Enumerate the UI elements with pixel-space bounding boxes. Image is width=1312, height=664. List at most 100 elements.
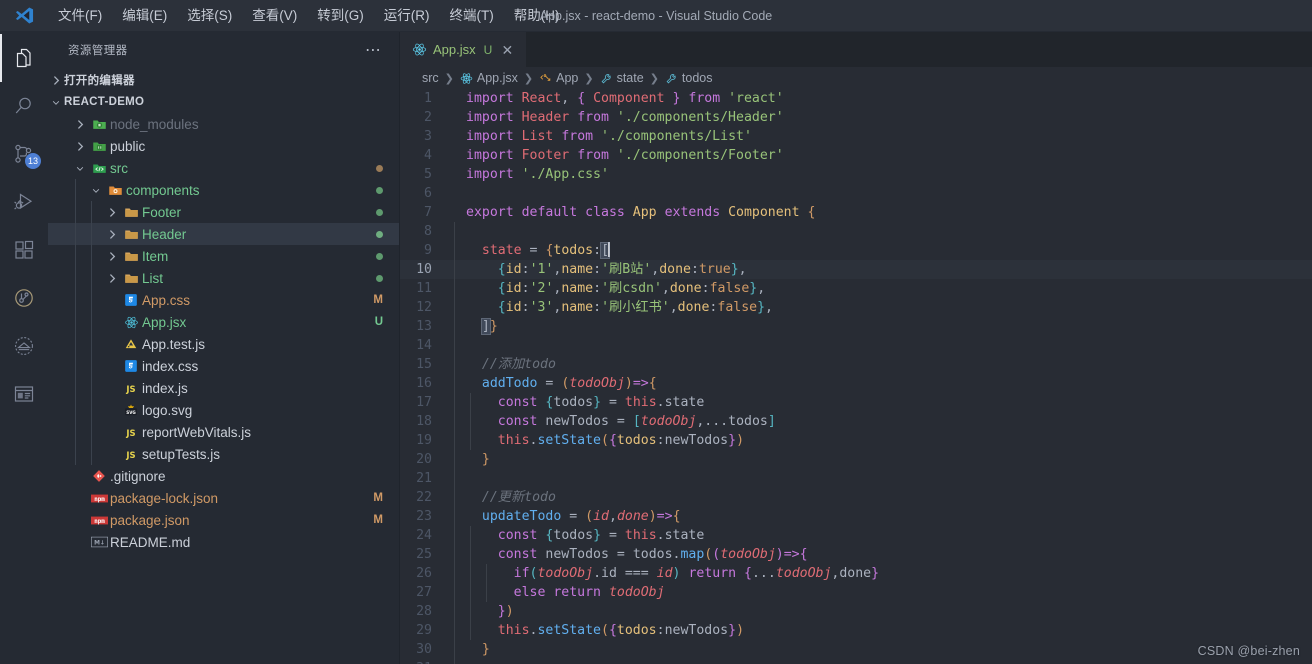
tree-folder-footer[interactable]: Footer [48,201,399,223]
tree-file-readme.md[interactable]: M↓ README.md [48,531,399,553]
breadcrumb-item-src[interactable]: src [420,71,441,85]
tree-folder-list[interactable]: List [48,267,399,289]
code-editor[interactable]: 1 import React, { Component } from 'react… [400,89,1312,664]
tree-file-.gitignore[interactable]: .gitignore [48,465,399,487]
tree-folder-header[interactable]: Header [48,223,399,245]
code-line[interactable]: 13 ]} [400,317,1312,336]
tree-folder-src[interactable]: src [48,157,399,179]
menu-edit[interactable]: 编辑(E) [112,0,177,32]
tree-file-package-lock.json[interactable]: npm package-lock.json M [48,487,399,509]
activitybar-run-debug[interactable] [0,178,48,226]
activitybar-explorer[interactable] [0,34,48,82]
code-line[interactable]: 27 else return todoObj [400,583,1312,602]
code-line[interactable]: 16 addTodo = (todoObj)=>{ [400,374,1312,393]
code-line[interactable]: 2 import Header from './components/Header… [400,108,1312,127]
code-text: {id:'3',name:'刷小红书',done:false}, [454,298,1312,317]
line-number: 10 [416,262,432,277]
breadcrumb-item-todos[interactable]: todos [663,71,715,85]
code-token: done [839,566,872,581]
code-line[interactable]: 17 const {todos} = this.state [400,393,1312,412]
tree-file-app.jsx[interactable]: App.jsx U [48,311,399,333]
files-icon [12,46,36,70]
code-line[interactable]: 6 [400,184,1312,203]
tree-folder-components[interactable]: components [48,179,399,201]
code-line[interactable]: 31 [400,659,1312,664]
code-line[interactable]: 5 import './App.css' [400,165,1312,184]
code-line[interactable]: 30 } [400,640,1312,659]
tree-file-setuptests.js[interactable]: JS setupTests.js [48,443,399,465]
section-project-root[interactable]: REACT-DEMO [48,91,399,113]
menu-terminal[interactable]: 终端(T) [440,0,504,32]
code-token: } [871,566,880,581]
tab-app-jsx[interactable]: App.jsx U ✕ [400,32,528,67]
code-line[interactable]: 12 {id:'3',name:'刷小红书',done:false}, [400,298,1312,317]
activitybar-browser-preview[interactable] [0,370,48,418]
tree-file-index.css[interactable]: index.css [48,355,399,377]
tree-folder-node_modules[interactable]: node_modules [48,113,399,135]
chevron-down-icon [48,97,64,108]
code-token: ] [480,318,491,335]
code-line[interactable]: 4 import Footer from './components/Footer… [400,146,1312,165]
tree-file-reportwebvitals.js[interactable]: JS reportWebVitals.js [48,421,399,443]
code-line[interactable]: 19 this.setState({todos:newTodos}) [400,431,1312,450]
code-text: import './App.css' [454,165,1312,184]
code-line[interactable]: 11 {id:'2',name:'刷csdn',done:false}, [400,279,1312,298]
breadcrumb-item-app-jsx[interactable]: App.jsx [458,71,520,85]
code-token: : [593,281,602,296]
activitybar-source-control[interactable]: 13 [0,130,48,178]
close-icon[interactable]: ✕ [498,43,516,57]
code-line[interactable]: 9 state = {todos:[ [400,241,1312,260]
code-line[interactable]: 10 {id:'1',name:'刷B站',done:true}, [400,260,1312,279]
code-token: from [577,110,609,125]
breadcrumb-item-state[interactable]: state [598,71,646,85]
code-line[interactable]: 26 if(todoObj.id === id) return {...todo… [400,564,1312,583]
code-line[interactable]: 20 } [400,450,1312,469]
code-token: : [521,262,530,277]
tree-file-package.json[interactable]: npm package.json M [48,509,399,531]
tree-file-app.test.js[interactable]: App.test.js [48,333,399,355]
code-line[interactable]: 25 const newTodos = todos.map((todoObj)=… [400,545,1312,564]
menu-file[interactable]: 文件(F) [48,0,112,32]
code-line[interactable]: 28 }) [400,602,1312,621]
activitybar-extensions[interactable] [0,226,48,274]
menu-view[interactable]: 查看(V) [242,0,307,32]
code-line[interactable]: 8 [400,222,1312,241]
section-open-editors[interactable]: 打开的编辑器 [48,69,399,91]
code-line[interactable]: 22 //更新todo [400,488,1312,507]
code-line[interactable]: 23 updateTodo = (id,done)=>{ [400,507,1312,526]
code-line[interactable]: 3 import List from './components/List' [400,127,1312,146]
tree-file-app.css[interactable]: App.css M [48,289,399,311]
code-token: from [561,129,594,144]
code-line[interactable]: 29 this.setState({todos:newTodos}) [400,621,1312,640]
menu-help[interactable]: 帮助(H) [504,0,570,32]
code-line[interactable]: 24 const {todos} = this.state [400,526,1312,545]
tree-folder-public[interactable]: public [48,135,399,157]
code-line[interactable]: 1 import React, { Component } from 'react… [400,89,1312,108]
menu-run[interactable]: 运行(R) [374,0,440,32]
tree-indent-guide [91,201,92,223]
search-icon [12,94,36,118]
activitybar-docker[interactable] [0,322,48,370]
menu-selection[interactable]: 选择(S) [177,0,242,32]
tree-file-logo.svg[interactable]: SVG logo.svg [48,399,399,421]
tree-indent-guide [75,245,76,267]
activitybar-search[interactable] [0,82,48,130]
code-line[interactable]: 14 [400,336,1312,355]
tree-folder-item[interactable]: Item [48,245,399,267]
breadcrumb-item-app[interactable]: App [537,71,580,85]
code-line[interactable]: 21 [400,469,1312,488]
svg-text:npm: npm [94,519,105,525]
menu-go[interactable]: 转到(G) [307,0,374,32]
code-line[interactable]: 18 const newTodos = [todoObj,...todos] [400,412,1312,431]
tree-item-label: README.md [110,534,191,550]
activitybar-gitlens[interactable] [0,274,48,322]
code-line[interactable]: 15 //添加todo [400,355,1312,374]
more-actions-icon[interactable]: ⋯ [365,40,391,60]
tree-file-index.js[interactable]: JS index.js [48,377,399,399]
code-line[interactable]: 7 export default class App extends Compon… [400,203,1312,222]
